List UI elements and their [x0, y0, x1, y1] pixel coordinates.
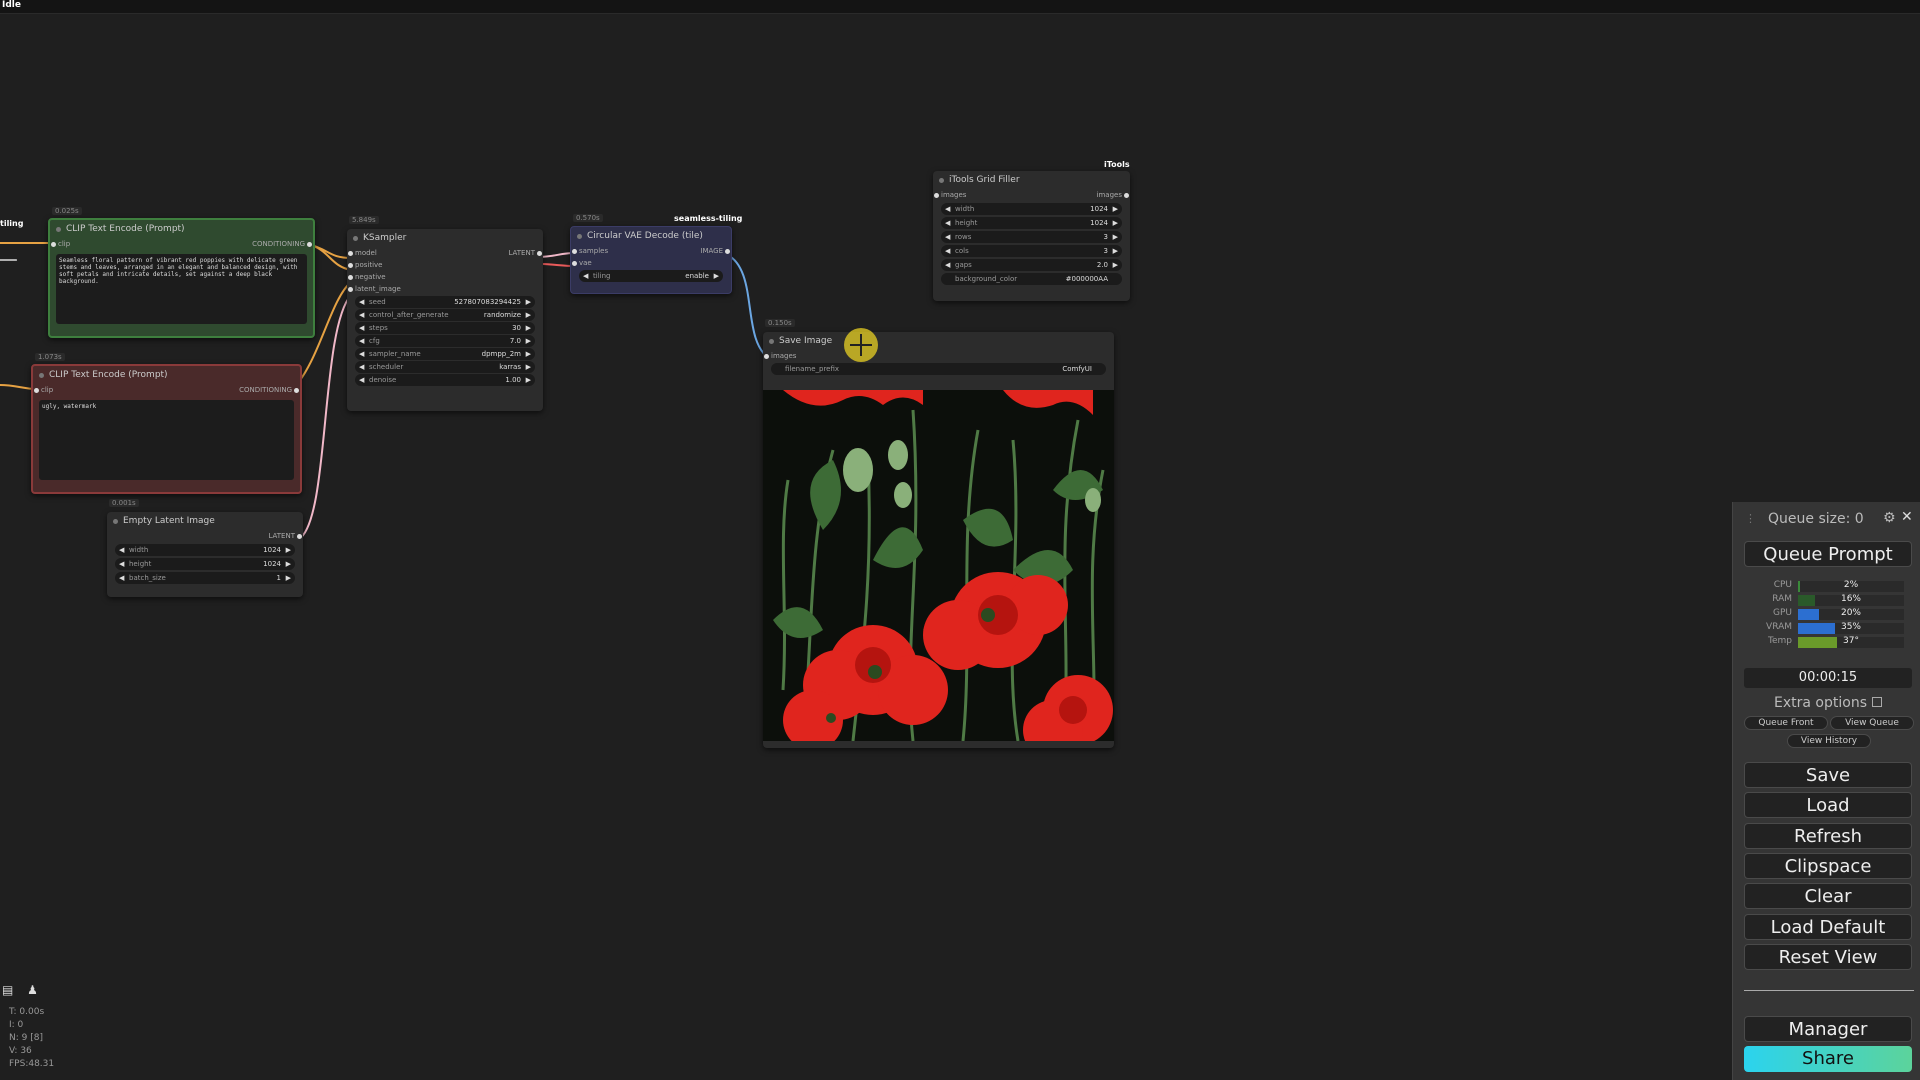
node-title: Save Image — [763, 332, 1114, 350]
clear-button[interactable]: Clear — [1744, 883, 1912, 909]
panel-divider — [1744, 990, 1914, 991]
widget-tiling[interactable]: ◀ tiling enable ▶ — [579, 270, 723, 282]
node-title: CLIP Text Encode (Prompt) — [33, 366, 300, 384]
input-positive[interactable]: positive — [347, 259, 382, 271]
load-button[interactable]: Load — [1744, 792, 1912, 818]
queue-front-button[interactable]: Queue Front — [1744, 716, 1828, 730]
widget-seed[interactable]: ◀ seed 527807083294425 ▶ — [355, 296, 535, 308]
stat-vram: VRAM 35% — [1744, 622, 1912, 634]
widget-cfg[interactable]: ◀ cfg 7.0 ▶ — [355, 335, 535, 347]
output-latent[interactable]: LATENT — [508, 247, 542, 259]
output-images[interactable]: images — [1097, 189, 1130, 201]
reset-view-button[interactable]: Reset View — [1744, 944, 1912, 970]
stat-cpu: CPU 2% — [1744, 580, 1912, 592]
bell-icon[interactable]: ♟ — [27, 983, 41, 997]
canvas-debug-info: T: 0.00s I: 0 N: 9 [8] V: 36 FPS:48.31 — [9, 1006, 54, 1071]
input-negative[interactable]: negative — [348, 271, 386, 283]
input-model[interactable]: model — [348, 247, 377, 259]
manager-button[interactable]: Manager — [1744, 1016, 1912, 1042]
empty-latent-image-node[interactable]: 0.001s Empty Latent Image LATENT ◀ width 1… — [107, 499, 303, 597]
save-button[interactable]: Save — [1744, 762, 1912, 788]
circular-vae-decode-node[interactable]: 0.570s Circular VAE Decode (tile) sample… — [570, 214, 732, 294]
system-stats: CPU 2% RAM 16% GPU 20% VRAM 35% Temp 37° — [1744, 580, 1912, 660]
widget-denoise[interactable]: ◀ denoise 1.00 ▶ — [355, 374, 535, 386]
refresh-button[interactable]: Refresh — [1744, 823, 1912, 849]
debug-v: V: 36 — [9, 1046, 32, 1056]
share-button[interactable]: Share — [1744, 1046, 1912, 1072]
widget-width[interactable]: ◀ width 1024 ▶ — [941, 203, 1122, 215]
group-tag-itools: iTools — [1104, 160, 1130, 169]
prompt-textarea[interactable]: Seamless floral pattern of vibrant red p… — [56, 254, 307, 324]
widget-gaps[interactable]: ◀ gaps 2.0 ▶ — [941, 259, 1122, 271]
stat-ram: RAM 16% — [1744, 594, 1912, 606]
group-tag-tiling: tiling — [0, 219, 24, 228]
output-image-preview[interactable] — [763, 390, 1114, 741]
close-icon[interactable]: ✕ — [1901, 509, 1913, 525]
output-conditioning[interactable]: CONDITIONING — [252, 238, 312, 250]
node-time: 0.001s — [109, 499, 139, 507]
queue-panel: ⋮ Queue size: 0 ⚙ ✕ Queue Prompt CPU 2% R… — [1732, 502, 1920, 1080]
itools-grid-filler-node[interactable]: iTools Grid Filler images images ◀ width 10… — [933, 171, 1130, 301]
debug-i: I: 0 — [9, 1020, 24, 1030]
debug-n: N: 9 [8] — [9, 1033, 43, 1043]
stat-gpu: GPU 20% — [1744, 608, 1912, 620]
input-clip[interactable]: clip — [33, 384, 53, 396]
load-default-button[interactable]: Load Default — [1744, 914, 1912, 940]
queue-size: Queue size: 0 — [1768, 511, 1864, 527]
output-latent[interactable]: LATENT — [268, 530, 302, 542]
clip-text-encode-negative[interactable]: 1.073s CLIP Text Encode (Prompt) clip CO… — [31, 353, 302, 494]
node-title: Circular VAE Decode (tile) — [571, 227, 731, 245]
input-samples[interactable]: samples — [571, 245, 608, 257]
node-title: iTools Grid Filler — [933, 171, 1130, 189]
extra-options[interactable]: Extra options — [1744, 695, 1912, 711]
node-title: KSampler — [347, 229, 543, 247]
clip-text-encode-positive[interactable]: 0.025s CLIP Text Encode (Prompt) clip CO… — [48, 207, 315, 338]
ksampler-node[interactable]: 5.849s KSampler model LATENT positive neg… — [347, 216, 543, 411]
clipspace-button[interactable]: Clipspace — [1744, 853, 1912, 879]
node-time: 1.073s — [35, 353, 65, 361]
debug-time: T: 0.00s — [9, 1007, 45, 1017]
widget-steps[interactable]: ◀ steps 30 ▶ — [355, 322, 535, 334]
widget-scheduler[interactable]: ◀ scheduler karras ▶ — [355, 361, 535, 373]
stat-temp: Temp 37° — [1744, 636, 1912, 648]
group-tag-seamless: seamless-tiling — [674, 214, 743, 223]
canvas-tools: ▤ ♟ — [2, 979, 47, 998]
node-time: 0.025s — [52, 207, 82, 215]
sidebar-toggle-icon[interactable]: ▤ — [2, 983, 16, 997]
elapsed-timer: 00:00:15 — [1744, 668, 1912, 688]
widget-height[interactable]: ◀ height 1024 ▶ — [115, 558, 295, 570]
widget-batch-size[interactable]: ◀ batch_size 1 ▶ — [115, 572, 295, 584]
queue-prompt-button[interactable]: Queue Prompt — [1744, 541, 1912, 567]
prompt-textarea[interactable]: ugly, watermark — [39, 400, 294, 480]
node-time: 0.570s — [573, 214, 603, 222]
node-title: Empty Latent Image — [107, 512, 303, 530]
input-images[interactable]: images — [763, 350, 796, 362]
input-images[interactable]: images — [933, 189, 966, 201]
node-time: 5.849s — [349, 216, 379, 224]
view-history-button[interactable]: View History — [1787, 734, 1871, 748]
output-image[interactable]: IMAGE — [700, 245, 730, 257]
widget-rows[interactable]: ◀ rows 3 ▶ — [941, 231, 1122, 243]
extra-options-label: Extra options — [1774, 695, 1867, 711]
node-time: 0.150s — [765, 319, 795, 327]
drag-handle-icon[interactable]: ⋮ — [1745, 512, 1756, 525]
extra-options-checkbox[interactable] — [1871, 697, 1882, 707]
widget-control-after-generate[interactable]: ◀ control_after_generate randomize ▶ — [355, 309, 535, 321]
widget-filename-prefix[interactable]: filename_prefix ComfyUI — [771, 363, 1106, 375]
plus-cursor-icon — [844, 328, 878, 362]
widget-background-color[interactable]: background_color #000000AA — [941, 273, 1122, 285]
output-conditioning[interactable]: CONDITIONING — [239, 384, 299, 396]
view-queue-button[interactable]: View Queue — [1830, 716, 1914, 730]
widget-width[interactable]: ◀ width 1024 ▶ — [115, 544, 295, 556]
input-vae[interactable]: vae — [572, 257, 592, 269]
node-title: CLIP Text Encode (Prompt) — [50, 220, 313, 238]
input-clip[interactable]: clip — [50, 238, 70, 250]
widget-cols[interactable]: ◀ cols 3 ▶ — [941, 245, 1122, 257]
widget-height[interactable]: ◀ height 1024 ▶ — [941, 217, 1122, 229]
debug-fps: FPS:48.31 — [9, 1059, 55, 1069]
gear-icon[interactable]: ⚙ — [1883, 510, 1896, 526]
save-image-node[interactable]: 0.150s Save Image images filename_prefix… — [763, 319, 1114, 748]
input-latent-image[interactable]: latent_image — [348, 283, 401, 295]
widget-sampler-name[interactable]: ◀ sampler_name dpmpp_2m ▶ — [355, 348, 535, 360]
